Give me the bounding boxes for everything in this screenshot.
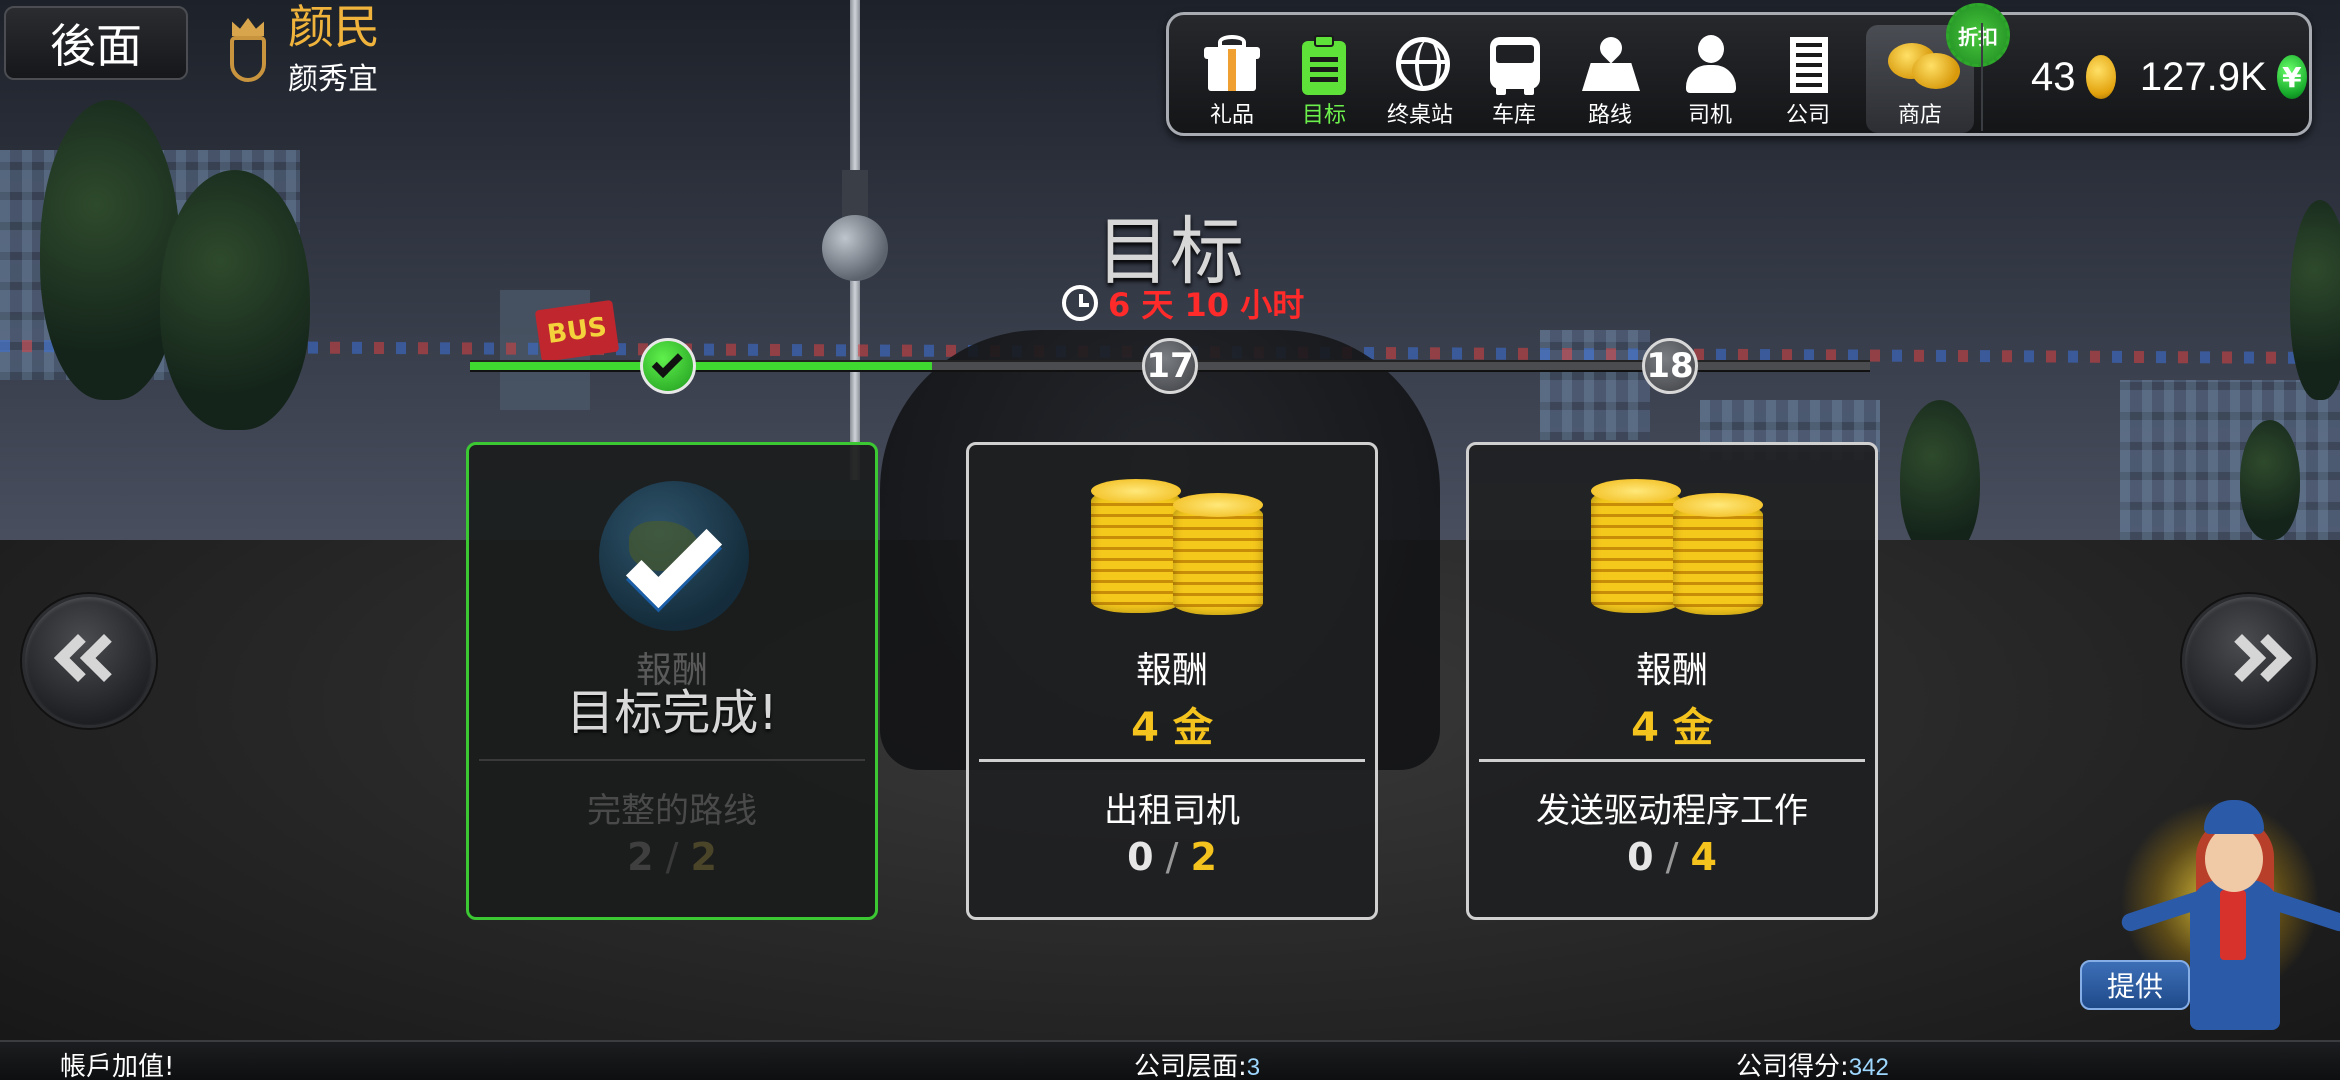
back-button[interactable]: 後面: [4, 6, 188, 80]
objective-complete-text: 目标完成!: [566, 685, 778, 741]
time-remaining: 6 天 10 小时: [1062, 280, 1304, 326]
progress-current: 0: [1627, 835, 1654, 879]
cash-amount: 127.9K: [2139, 54, 2267, 99]
reward-value: 4 金: [1131, 705, 1213, 751]
menu-item-label: 商店: [1897, 103, 1942, 128]
cash-icon: ¥: [2276, 55, 2307, 99]
background-building: [1540, 330, 1650, 440]
bus-icon: [1482, 33, 1546, 95]
company-level-label: 公司层面:: [1134, 1052, 1247, 1080]
main-menu: 礼品 目标 终桌站 车库 路线 司机 公司 商店 折扣 43 127.9K ¥: [1166, 3, 2312, 136]
objective-node-17: 17: [1142, 338, 1198, 394]
wallet[interactable]: 43 127.9K ¥: [1981, 23, 2307, 131]
progress-current: 0: [1127, 835, 1154, 879]
objective-card[interactable]: 報酬 4 金 出租司机 0 / 2: [966, 442, 1378, 920]
menu-item-routes[interactable]: 路线: [1563, 32, 1657, 133]
globe-icon: [1388, 33, 1452, 95]
reward-value: 4 金: [1631, 705, 1713, 751]
menu-item-label: 礼品: [1209, 103, 1254, 128]
menu-item-label: 目标: [1301, 103, 1346, 128]
status-bar: 帳戶加值! 公司层面:3 公司得分:342: [0, 1040, 2340, 1080]
assistant-head: [2205, 826, 2263, 892]
gold-coins-icon: [1581, 469, 1771, 629]
company-level-value: 3: [1246, 1054, 1261, 1080]
player-info[interactable]: 颜民 颜秀宜: [222, 4, 380, 98]
map-pin-icon: [1578, 32, 1642, 95]
player-subtitle: 颜秀宜: [288, 62, 378, 97]
clipboard-icon: [1292, 33, 1356, 95]
objective-node-18: 18: [1642, 338, 1698, 394]
menu-item-label: 司机: [1687, 103, 1732, 128]
offer-button[interactable]: 提供: [2080, 960, 2190, 1010]
company-level: 公司层面:3: [1134, 1046, 1260, 1080]
objective-node-complete: [640, 338, 696, 394]
company-score: 公司得分:342: [1736, 1046, 1889, 1080]
player-name: 颜民: [288, 0, 380, 54]
chevron-right-icon: [2243, 633, 2293, 683]
objective-goal: 发送驱动程序工作: [1536, 791, 1808, 831]
divider: [1479, 759, 1865, 762]
crown-badge-icon: [222, 14, 274, 88]
company-score-value: 342: [1848, 1054, 1889, 1080]
driver-icon: [1678, 33, 1742, 95]
objective-card[interactable]: 報酬 4 金 发送驱动程序工作 0 / 4: [1466, 442, 1878, 920]
chevron-left-icon: [79, 633, 129, 683]
gift-icon: [1200, 33, 1264, 95]
objective-goal: 完整的路线: [587, 791, 757, 831]
account-topup-link[interactable]: 帳戶加值!: [60, 1046, 174, 1080]
check-icon: [651, 346, 683, 379]
menu-item-label: 终桌站: [1386, 103, 1453, 128]
objective-progress: 0 / 4: [1627, 835, 1717, 879]
progress-target: 4: [1690, 835, 1717, 879]
clock-icon: [1062, 285, 1098, 321]
menu-item-drivers[interactable]: 司机: [1663, 33, 1757, 133]
gold-amount: 43: [2031, 54, 2076, 99]
menu-item-terminal[interactable]: 终桌站: [1373, 33, 1467, 133]
menu-item-objectives[interactable]: 目标: [1277, 33, 1371, 133]
progress-current: 2: [627, 835, 654, 879]
reward-label: 報酬: [1135, 650, 1208, 691]
building-icon: [1776, 33, 1840, 95]
next-page-button[interactable]: [2182, 594, 2316, 728]
gold-coins-icon: [1081, 469, 1271, 629]
menu-item-company[interactable]: 公司: [1761, 33, 1855, 133]
menu-item-gift[interactable]: 礼品: [1185, 33, 1279, 133]
bus-sign: BUS: [534, 299, 620, 363]
reward-label: 報酬: [1635, 650, 1708, 691]
objective-progress-fill: [470, 362, 932, 370]
menu-item-label: 公司: [1785, 103, 1830, 128]
assistant-character[interactable]: 提供: [2080, 790, 2340, 1040]
divider: [479, 759, 865, 761]
divider: [979, 759, 1365, 762]
objective-goal: 出租司机: [1104, 791, 1240, 831]
menu-item-label: 路线: [1587, 103, 1632, 128]
menu-item-label: 车库: [1491, 103, 1536, 128]
timer-text: 6 天 10 小时: [1108, 286, 1305, 324]
menu-item-garage[interactable]: 车库: [1467, 33, 1561, 133]
coins-icon: [1888, 33, 1960, 95]
previous-page-button[interactable]: [22, 594, 156, 728]
objective-card-completed[interactable]: 報酬 目标完成! 完整的路线 2 / 2: [466, 442, 878, 920]
progress-target: 2: [690, 835, 717, 879]
progress-target: 2: [1190, 835, 1217, 879]
gold-coin-icon: [2085, 55, 2116, 99]
tree: [1900, 400, 1980, 560]
tree: [2240, 420, 2300, 540]
company-score-label: 公司得分:: [1736, 1052, 1849, 1080]
assistant-scarf: [2220, 890, 2246, 960]
objective-progress: 2 / 2: [627, 835, 717, 879]
objective-progress: 0 / 2: [1127, 835, 1217, 879]
